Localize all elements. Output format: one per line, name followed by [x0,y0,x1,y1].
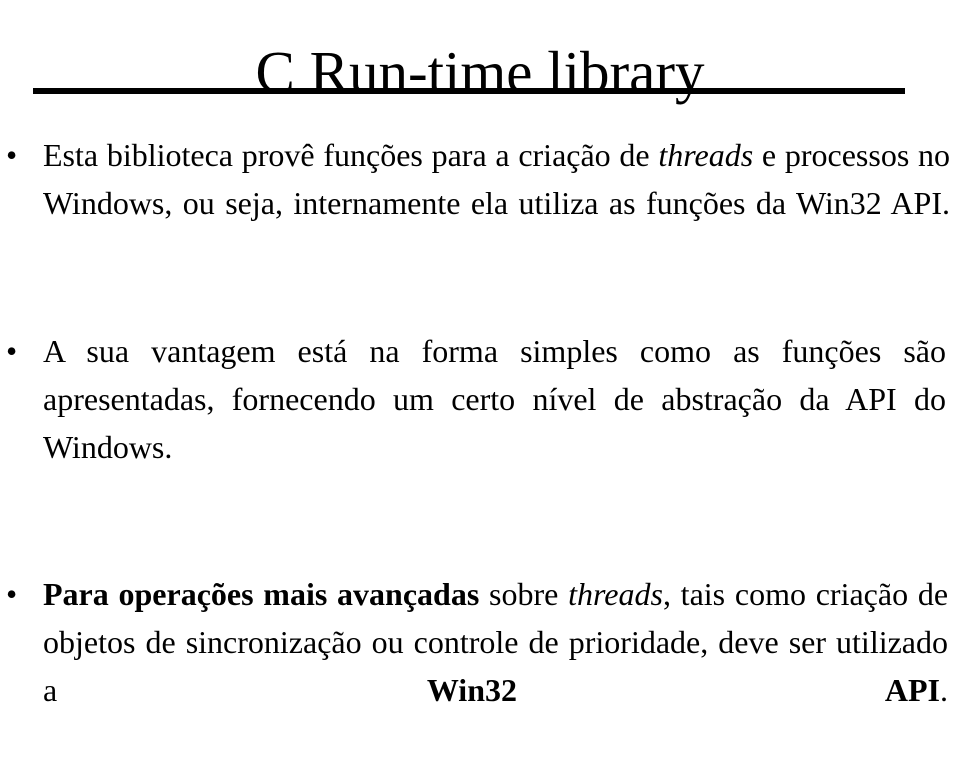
bullet-list: • Esta biblioteca provê funções para a c… [0,131,960,762]
text-run-1: Para operações mais avançadas [43,576,480,612]
bullet-marker-icon: • [6,576,18,612]
text-run-2: sobre [479,576,569,612]
text-run-1: A sua vantagem está na forma simples com… [43,333,946,465]
bullet-item-3: • Para operações mais avançadas sobre th… [0,570,960,762]
slide-canvas: C Run-time library • Esta biblioteca pro… [0,0,960,708]
bullet-item-2: • A sua vantagem está na forma simples c… [0,327,960,519]
bullet-text-3: Para operações mais avançadas sobre thre… [43,570,948,762]
text-run-5: Win32 API [426,672,940,708]
page-title: C Run-time library [255,38,705,105]
text-run-3: threads [568,576,663,612]
text-run-2: threads [658,137,754,173]
bullet-item-1: • Esta biblioteca provê funções para a c… [0,131,960,275]
text-run-1: Esta biblioteca provê funções para a cri… [43,137,659,173]
bullet-text-1: Esta biblioteca provê funções para a cri… [43,131,950,275]
text-run-6: . [940,672,948,708]
bullet-marker-icon: • [6,333,18,369]
bullet-text-2: A sua vantagem está na forma simples com… [43,327,946,519]
title-divider [33,88,905,94]
bullet-marker-icon: • [6,137,18,173]
